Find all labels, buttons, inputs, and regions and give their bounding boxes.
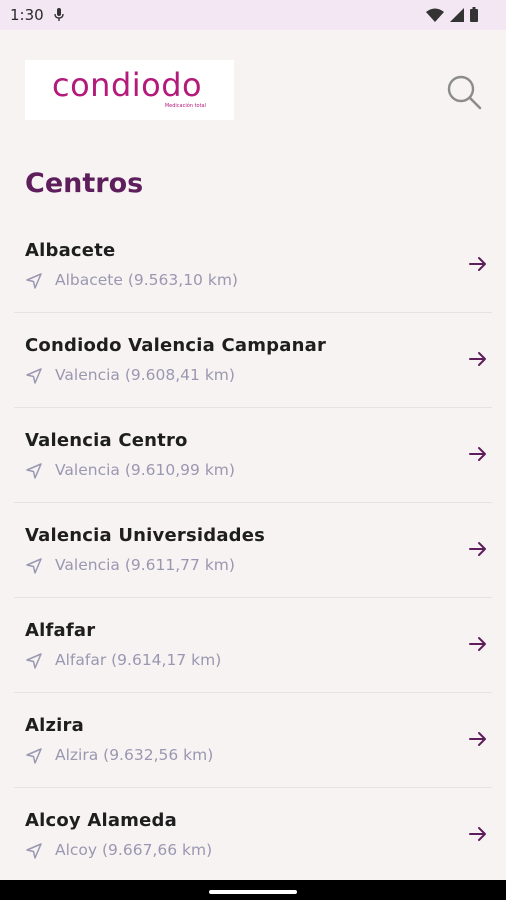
- status-time: 1:30: [10, 6, 44, 24]
- signal-icon: [450, 7, 464, 22]
- navigation-icon: [26, 463, 42, 479]
- arrow-right-icon: [469, 637, 486, 651]
- status-icons: [426, 7, 478, 22]
- center-location: Valencia (9.611,77 km): [55, 556, 235, 574]
- arrow-right-icon: [469, 827, 486, 841]
- brand-logo: condiodo Medicación total: [25, 60, 234, 120]
- navigation-icon: [26, 653, 42, 669]
- list-item[interactable]: Alzira Alzira (9.632,56 km): [14, 693, 492, 788]
- list-item[interactable]: Valencia Centro Valencia (9.610,99 km): [14, 408, 492, 503]
- arrow-right-icon: [469, 542, 486, 556]
- arrow-right-icon: [469, 257, 486, 271]
- home-handle[interactable]: [209, 890, 297, 894]
- logo-text: condiodo: [52, 66, 203, 104]
- navigation-icon: [26, 748, 42, 764]
- center-name: Valencia Centro: [25, 430, 188, 451]
- search-button[interactable]: [444, 72, 484, 112]
- center-location: Valencia (9.608,41 km): [55, 366, 235, 384]
- center-name: Condiodo Valencia Campanar: [25, 335, 327, 356]
- list-item[interactable]: Condiodo Valencia Campanar Valencia (9.6…: [14, 313, 492, 408]
- center-name: Alfafar: [25, 620, 96, 641]
- center-name: Alcoy Alameda: [25, 810, 177, 831]
- center-location: Alfafar (9.614,17 km): [55, 651, 222, 669]
- logo-subtitle: Medicación total: [164, 103, 206, 109]
- center-location: Alzira (9.632,56 km): [55, 746, 214, 764]
- center-name: Valencia Universidades: [25, 525, 266, 546]
- list-item[interactable]: Albacete Albacete (9.563,10 km): [14, 218, 492, 313]
- battery-icon: [470, 7, 478, 22]
- centers-list: Albacete Albacete (9.563,10 km) Condiodo…: [0, 218, 506, 882]
- arrow-right-icon: [469, 352, 486, 366]
- center-name: Alzira: [25, 715, 84, 736]
- list-item[interactable]: Alfafar Alfafar (9.614,17 km): [14, 598, 492, 693]
- list-item[interactable]: Alcoy Alameda Alcoy (9.667,66 km): [14, 788, 492, 882]
- list-item[interactable]: Valencia Universidades Valencia (9.611,7…: [14, 503, 492, 598]
- status-bar: 1:30: [0, 0, 506, 30]
- navigation-icon: [26, 368, 42, 384]
- wifi-icon: [426, 8, 444, 22]
- center-location: Alcoy (9.667,66 km): [55, 841, 213, 859]
- center-location: Valencia (9.610,99 km): [55, 461, 235, 479]
- center-location: Albacete (9.563,10 km): [55, 271, 238, 289]
- center-name: Albacete: [25, 240, 116, 261]
- arrow-right-icon: [469, 447, 486, 461]
- search-icon: [447, 75, 482, 110]
- navigation-icon: [26, 558, 42, 574]
- microphone-icon: [54, 8, 64, 21]
- navigation-icon: [26, 273, 42, 289]
- navigation-icon: [26, 843, 42, 859]
- arrow-right-icon: [469, 732, 486, 746]
- system-navigation-bar: [0, 880, 506, 900]
- page-title: Centros: [25, 168, 144, 199]
